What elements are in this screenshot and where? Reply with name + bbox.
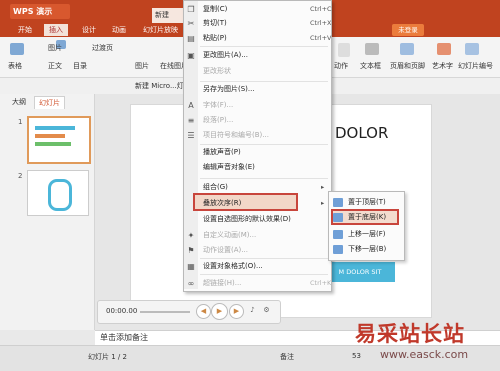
- picture-label[interactable]: 图片: [48, 44, 62, 53]
- menu-separator: [200, 178, 328, 179]
- context-menu-item[interactable]: 复制(C): [203, 4, 227, 15]
- slide-number-icon[interactable]: [465, 43, 479, 55]
- slide-thumbnail-2[interactable]: [27, 170, 89, 216]
- menu-separator: [200, 81, 328, 82]
- menu-separator: [200, 144, 328, 145]
- context-menu-item[interactable]: 叠放次序(R): [203, 198, 241, 209]
- context-menu-item: 项目符号和编号(B)...: [203, 131, 269, 139]
- menu-animation[interactable]: 动画: [112, 24, 126, 36]
- cut-icon: ✂: [187, 19, 195, 28]
- submenu-item[interactable]: 置于顶层(T): [348, 197, 386, 208]
- notes-placeholder[interactable]: 单击添加备注: [100, 332, 148, 343]
- table-icon[interactable]: [10, 43, 24, 55]
- change-picture-icon: ▣: [187, 51, 195, 60]
- forward-icon[interactable]: ▶: [229, 304, 244, 319]
- format-icon: ▦: [187, 262, 195, 271]
- zoom-level[interactable]: 53: [352, 352, 361, 360]
- wordart-button[interactable]: 艺术字: [432, 62, 453, 71]
- slide-number: 2: [18, 172, 23, 180]
- layer-order-icon: [333, 213, 343, 222]
- context-menu-item: 段落(P)...: [203, 116, 234, 124]
- menu-insert[interactable]: 插入: [44, 24, 68, 36]
- menu-home[interactable]: 开始: [18, 24, 32, 36]
- table-button[interactable]: 表格: [8, 62, 22, 71]
- slide-number: 1: [18, 118, 23, 126]
- slide-number-button[interactable]: 幻灯片编号: [458, 62, 493, 71]
- bullets-icon: ☰: [187, 131, 195, 140]
- thumb-bar: [35, 142, 71, 146]
- context-menu-item[interactable]: 粘贴(P): [203, 33, 227, 44]
- font-icon: A: [188, 101, 194, 110]
- hyperlink-icon: ∞: [187, 279, 195, 288]
- settings-icon[interactable]: ⚙: [260, 304, 273, 317]
- menu-shortcut: Ctrl+X: [310, 19, 332, 27]
- transition-page-button[interactable]: 过渡页: [92, 44, 113, 53]
- submenu-arrow-icon: ▸: [321, 183, 325, 191]
- header-footer-icon[interactable]: [400, 43, 414, 55]
- submenu-item[interactable]: 下移一层(B): [348, 244, 386, 255]
- watermark-title: 易采站长站: [355, 321, 465, 346]
- context-menu-item: 自定义动画(M)...: [203, 231, 257, 239]
- menu-separator: [200, 258, 328, 259]
- context-menu-item[interactable]: 组合(G): [203, 182, 228, 193]
- context-menu-item: 超链接(H)...: [203, 279, 242, 287]
- play-icon[interactable]: ▶: [211, 303, 228, 320]
- menu-slideshow[interactable]: 幻灯片放映: [143, 24, 178, 36]
- app-menu-button[interactable]: WPS 演示: [10, 4, 70, 19]
- context-menu-item[interactable]: 另存为图片(S)...: [203, 84, 255, 95]
- textbox-icon[interactable]: [365, 43, 379, 55]
- thumb-bar: [35, 134, 65, 138]
- context-menu-item[interactable]: 播放声音(P): [203, 147, 241, 158]
- action-icon[interactable]: [338, 43, 350, 57]
- menu-separator: [200, 274, 328, 275]
- player-time: 00:00.00: [106, 307, 138, 315]
- paste-icon: ▤: [187, 34, 195, 43]
- context-menu-item[interactable]: 更改图片(A)...: [203, 50, 248, 61]
- context-menu-item[interactable]: 设置对象格式(O)...: [203, 261, 263, 272]
- submenu-item[interactable]: 上移一层(F): [348, 229, 386, 240]
- slide-title[interactable]: DOLOR: [335, 124, 388, 142]
- slide-banner[interactable]: M DOLOR SIT: [325, 262, 395, 282]
- context-menu-item: 动作设置(A)...: [203, 246, 248, 254]
- body-text-button[interactable]: 正文: [48, 62, 62, 71]
- context-menu-item[interactable]: 剪切(T): [203, 18, 227, 29]
- player-progress[interactable]: [140, 311, 190, 313]
- context-menu-item[interactable]: 设置自选图形的默认效果(D): [203, 214, 291, 225]
- tab-outline[interactable]: 大纲: [8, 96, 30, 108]
- layer-order-icon: [333, 198, 343, 207]
- toc-button[interactable]: 目录: [73, 62, 87, 71]
- menu-shortcut: Ctrl+C: [310, 5, 332, 13]
- slide-counter: 幻灯片 1 / 2: [88, 353, 127, 361]
- action-button[interactable]: 动作: [334, 62, 348, 71]
- rewind-icon[interactable]: ◀: [196, 304, 211, 319]
- action-icon: ⚑: [187, 246, 195, 255]
- animation-icon: ✦: [187, 231, 195, 240]
- document-tab[interactable]: 新建: [152, 8, 184, 23]
- menu-design[interactable]: 设计: [82, 24, 96, 36]
- context-menu-item: 字体(F)...: [203, 101, 234, 109]
- menu-shortcut: Ctrl+V: [310, 34, 332, 42]
- volume-icon[interactable]: ♪: [246, 304, 259, 317]
- login-button[interactable]: 未登录: [392, 24, 424, 36]
- copy-icon: ❐: [187, 5, 195, 14]
- layer-order-icon: [333, 230, 343, 239]
- tab-slides[interactable]: 幻灯片: [34, 96, 65, 109]
- textbox-button[interactable]: 文本框: [360, 62, 381, 71]
- slide-thumbnail-1[interactable]: [27, 116, 91, 164]
- thumb-bar: [35, 126, 75, 130]
- context-menu-item[interactable]: 编辑声音对象(E): [203, 162, 255, 173]
- notes-toggle[interactable]: 备注: [280, 352, 294, 362]
- thumb-shape: [48, 179, 72, 211]
- submenu-item[interactable]: 置于底层(K): [348, 212, 386, 223]
- header-footer-button[interactable]: 页眉和页脚: [390, 62, 425, 71]
- wordart-icon[interactable]: [437, 43, 451, 55]
- layer-order-icon: [333, 245, 343, 254]
- paragraph-icon: ≡: [187, 116, 195, 125]
- submenu-arrow-icon: ▸: [321, 199, 325, 207]
- menu-shortcut: Ctrl+K: [310, 279, 332, 287]
- menu-separator: [200, 46, 328, 47]
- watermark-url: www.easck.com: [380, 348, 469, 361]
- context-menu-item: 更改形状: [203, 67, 231, 75]
- picture-button[interactable]: 图片: [135, 62, 149, 71]
